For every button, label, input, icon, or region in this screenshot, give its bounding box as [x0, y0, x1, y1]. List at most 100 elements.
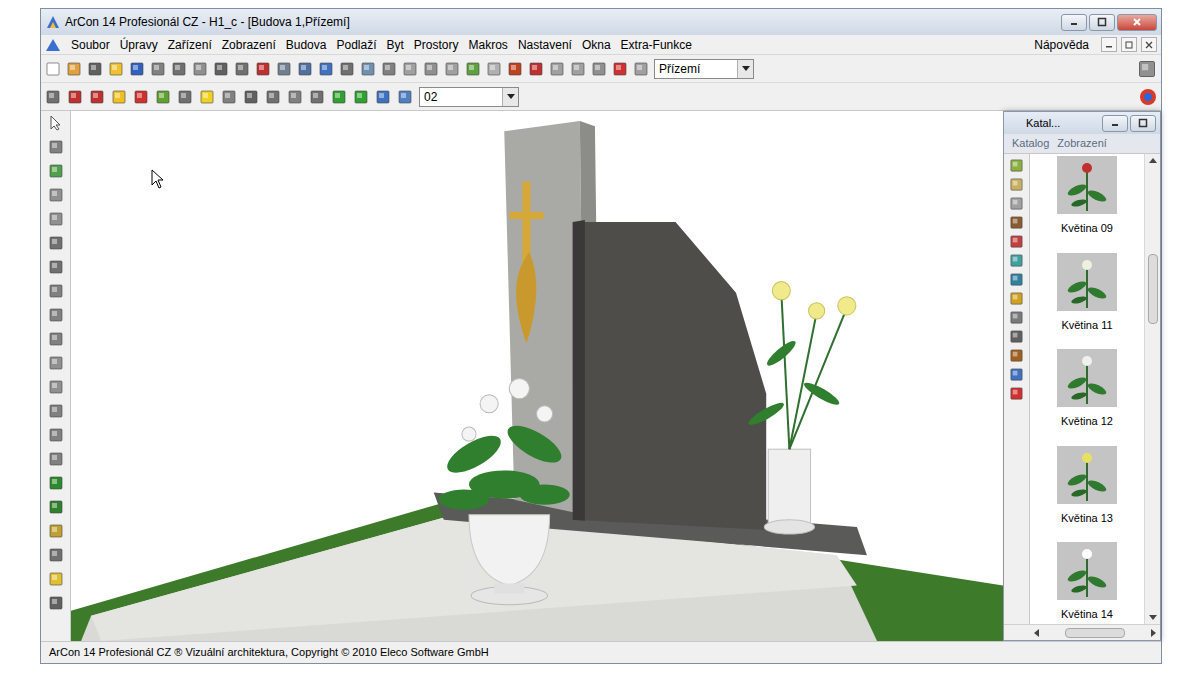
scroll-right-icon[interactable]: [1151, 629, 1156, 637]
toolbar-tool-icon[interactable]: [507, 61, 523, 77]
toolbar-tool-icon[interactable]: [171, 61, 187, 77]
menu-item[interactable]: Podlaží: [336, 36, 376, 54]
menu-item[interactable]: Extra-Funkce: [621, 36, 692, 54]
view-tool-icon[interactable]: [331, 89, 347, 105]
toolbar-tool-icon[interactable]: [423, 61, 439, 77]
side-tool-icon[interactable]: [48, 547, 64, 563]
toolbar-tool-icon[interactable]: [255, 61, 271, 77]
help-menu[interactable]: Nápověda: [1034, 36, 1089, 54]
catalog-tool-icon[interactable]: [1009, 291, 1024, 306]
scroll-down-icon[interactable]: [1149, 615, 1157, 620]
side-tool-icon[interactable]: [48, 211, 64, 227]
side-tool-icon[interactable]: [48, 499, 64, 515]
toolbar-tool-icon[interactable]: [591, 61, 607, 77]
view-tool-icon[interactable]: [133, 89, 149, 105]
toolbar-tool-icon[interactable]: [402, 61, 418, 77]
view-tool-icon[interactable]: [177, 89, 193, 105]
toolbar-tool-icon[interactable]: [444, 61, 460, 77]
toolbar-tool-icon[interactable]: [45, 61, 61, 77]
doc-max-button[interactable]: [1121, 37, 1137, 52]
3d-viewport[interactable]: [71, 111, 1003, 641]
view-tool-icon[interactable]: [45, 89, 61, 105]
toolbar-tool-icon[interactable]: [549, 61, 565, 77]
toolbar-tool-icon[interactable]: [213, 61, 229, 77]
side-tool-icon[interactable]: [48, 379, 64, 395]
view-tool-icon[interactable]: [155, 89, 171, 105]
menu-item[interactable]: Úpravy: [120, 36, 158, 54]
catalog-item[interactable]: Květina 13: [1057, 446, 1117, 527]
catalog-item[interactable]: Květina 11: [1057, 253, 1117, 334]
view-tool-icon[interactable]: [111, 89, 127, 105]
catalog-tool-icon[interactable]: [1009, 272, 1024, 287]
toolbar-tool-icon[interactable]: [528, 61, 544, 77]
render-icon[interactable]: [1139, 88, 1157, 106]
catalog-item[interactable]: Květina 14: [1057, 542, 1117, 623]
toolbar-tool-icon[interactable]: [66, 61, 82, 77]
view-tool-icon[interactable]: [287, 89, 303, 105]
side-tool-icon[interactable]: [48, 163, 64, 179]
toolbar-tool-icon[interactable]: [612, 61, 628, 77]
toolbar-tool-icon[interactable]: [87, 61, 103, 77]
catalog-tool-icon[interactable]: [1009, 329, 1024, 344]
catalog-tool-icon[interactable]: [1009, 253, 1024, 268]
menu-item[interactable]: Soubor: [71, 36, 110, 54]
side-tool-icon[interactable]: [48, 307, 64, 323]
toolbar-tool-icon[interactable]: [234, 61, 250, 77]
view-tool-icon[interactable]: [375, 89, 391, 105]
catalog-tool-icon[interactable]: [1009, 196, 1024, 211]
catalog-item[interactable]: Květina 09: [1057, 156, 1117, 237]
doc-close-button[interactable]: [1141, 37, 1157, 52]
floor-select[interactable]: Přízemí: [654, 59, 754, 79]
side-tool-icon[interactable]: [48, 235, 64, 251]
view-tool-icon[interactable]: [265, 89, 281, 105]
view-tool-icon[interactable]: [89, 89, 105, 105]
scroll-left-icon[interactable]: [1034, 629, 1039, 637]
toolbar-tool-icon[interactable]: [633, 61, 649, 77]
toolbar-tool-icon[interactable]: [192, 61, 208, 77]
catalog-tool-icon[interactable]: [1009, 310, 1024, 325]
view-tool-icon[interactable]: [309, 89, 325, 105]
view-tool-icon[interactable]: [199, 89, 215, 105]
catalog-menu-item[interactable]: Katalog: [1012, 135, 1049, 152]
side-tool-icon[interactable]: [48, 403, 64, 419]
toolbar-tool-icon[interactable]: [465, 61, 481, 77]
toolbar-tool-icon[interactable]: [150, 61, 166, 77]
view-tool-icon[interactable]: [243, 89, 259, 105]
catalog-tool-icon[interactable]: [1009, 348, 1024, 363]
catalog-tool-icon[interactable]: [1009, 215, 1024, 230]
side-tool-icon[interactable]: [48, 187, 64, 203]
side-tool-icon[interactable]: [48, 475, 64, 491]
catalog-tool-icon[interactable]: [1009, 158, 1024, 173]
catalog-hscrollbar[interactable]: [1004, 624, 1160, 640]
side-tool-icon[interactable]: [48, 283, 64, 299]
catalog-scrollbar[interactable]: [1144, 154, 1160, 624]
menu-item[interactable]: Okna: [582, 36, 611, 54]
side-tool-icon[interactable]: [48, 427, 64, 443]
menu-item[interactable]: Zobrazení: [222, 36, 276, 54]
minimize-button[interactable]: [1061, 14, 1087, 31]
close-button[interactable]: [1117, 14, 1157, 31]
title-bar[interactable]: ArCon 14 Profesionál CZ - H1_c - [Budova…: [41, 9, 1161, 35]
toolbar-tool-icon[interactable]: [318, 61, 334, 77]
catalog-menu-item[interactable]: Zobrazení: [1057, 135, 1107, 152]
toolbar-tool-icon[interactable]: [129, 61, 145, 77]
maximize-button[interactable]: [1089, 14, 1115, 31]
view-tool-icon[interactable]: [397, 89, 413, 105]
side-tool-icon[interactable]: [48, 451, 64, 467]
side-tool-icon[interactable]: [48, 571, 64, 587]
menu-item[interactable]: Makros: [469, 36, 508, 54]
toolbar-tool-icon[interactable]: [381, 61, 397, 77]
doc-min-button[interactable]: [1101, 37, 1117, 52]
catalog-title-bar[interactable]: Katal...: [1004, 112, 1160, 134]
menu-item[interactable]: Nastavení: [518, 36, 572, 54]
3d-monument-render[interactable]: [71, 111, 1003, 641]
side-tool-icon[interactable]: [48, 355, 64, 371]
side-tool-icon[interactable]: [48, 139, 64, 155]
side-tool-icon[interactable]: [48, 259, 64, 275]
view-tool-icon[interactable]: [67, 89, 83, 105]
pointer-icon[interactable]: [48, 115, 64, 131]
toolbar-tool-icon[interactable]: [276, 61, 292, 77]
toolbar-tool-icon[interactable]: [108, 61, 124, 77]
catalog-minimize-button[interactable]: [1102, 115, 1128, 132]
scroll-up-icon[interactable]: [1149, 158, 1157, 163]
